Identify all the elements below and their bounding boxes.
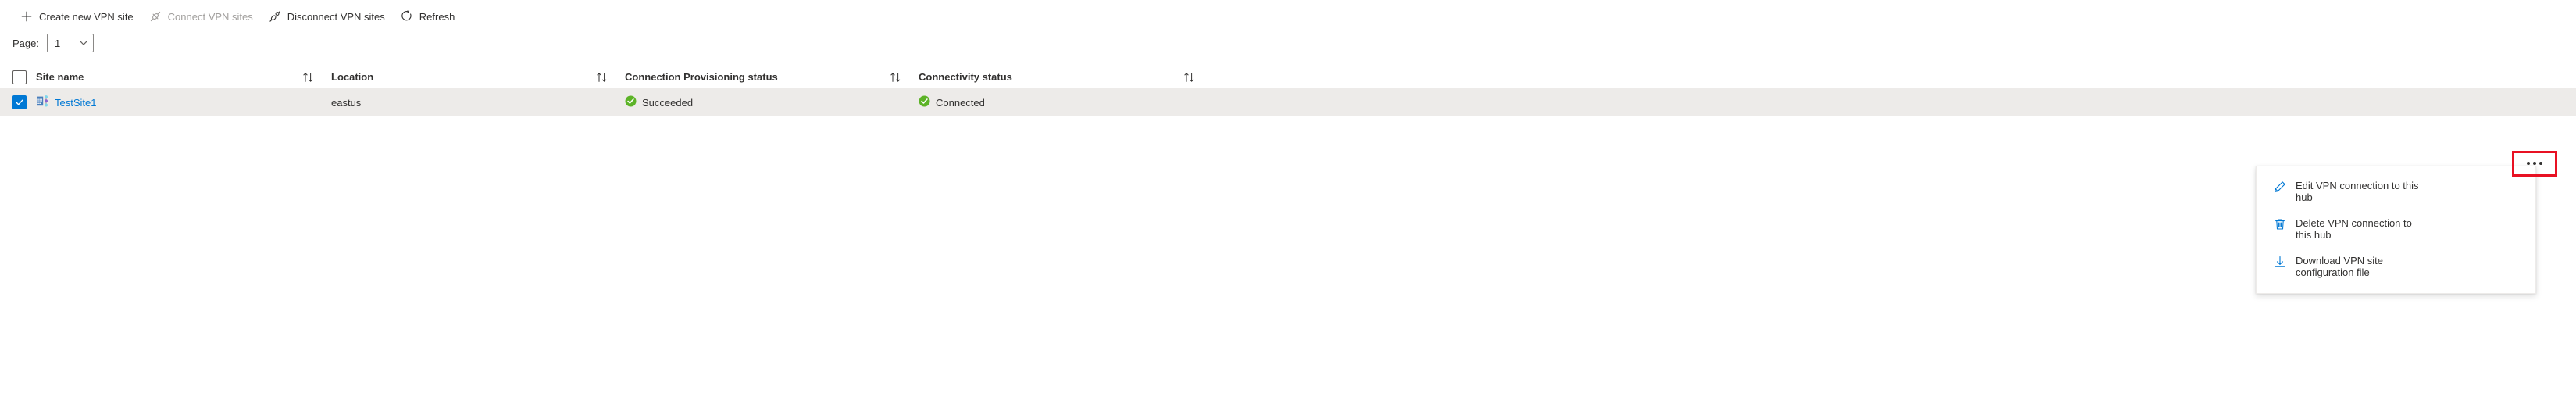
menu-item-delete-vpn-connection-label: Delete VPN connection to this hub	[2296, 217, 2412, 241]
cell-location: eastus	[331, 97, 625, 109]
menu-item-delete-vpn-connection[interactable]: Delete VPN connection to this hub	[2257, 210, 2535, 248]
create-new-vpn-site-button[interactable]: Create new VPN site	[12, 5, 141, 28]
refresh-label: Refresh	[419, 10, 455, 23]
column-header-location-label: Location	[331, 71, 374, 83]
table-row[interactable]: TestSite1 eastus Succeeded Connected	[0, 89, 2576, 116]
disconnect-plug-icon	[269, 10, 281, 23]
column-header-connection-provisioning-status-label: Connection Provisioning status	[625, 71, 778, 83]
plus-icon	[20, 10, 33, 23]
trash-icon	[2274, 218, 2286, 231]
refresh-icon	[401, 10, 413, 23]
success-check-icon	[919, 95, 930, 109]
column-header-location[interactable]: Location	[331, 71, 625, 83]
disconnect-vpn-sites-label: Disconnect VPN sites	[287, 10, 385, 23]
menu-item-download-vpn-site-config-label: Download VPN site configuration file	[2296, 255, 2383, 278]
select-all-cell	[12, 70, 36, 84]
connect-vpn-sites-label: Connect VPN sites	[167, 10, 253, 23]
cell-connectivity-status: Connected	[919, 95, 1212, 109]
ellipsis-icon	[2527, 162, 2542, 165]
pager-label: Page:	[12, 37, 39, 49]
success-check-icon	[625, 95, 637, 109]
page-select[interactable]: 1	[46, 34, 94, 52]
connect-vpn-sites-button[interactable]: Connect VPN sites	[141, 5, 261, 28]
cell-provisioning-status: Succeeded	[625, 95, 919, 109]
row-context-menu-button[interactable]	[2518, 153, 2551, 173]
connectivity-status-value: Connected	[936, 96, 985, 109]
row-context-menu: Edit VPN connection to this hub Delete V…	[2256, 166, 2536, 294]
column-header-site-name[interactable]: Site name	[36, 71, 331, 83]
table-header-row: Site name Location Connection Provisioni…	[0, 66, 2576, 89]
vpn-site-icon	[36, 95, 49, 110]
sort-icon[interactable]	[302, 72, 314, 83]
menu-item-download-vpn-site-config[interactable]: Download VPN site configuration file	[2257, 248, 2535, 285]
pager: Page: 1	[0, 30, 2576, 56]
row-checkbox[interactable]	[12, 95, 27, 109]
sort-icon[interactable]	[890, 72, 901, 83]
pencil-icon	[2274, 181, 2286, 193]
provisioning-status-value: Succeeded	[642, 96, 694, 109]
row-select-cell	[12, 95, 36, 109]
sort-icon[interactable]	[1183, 72, 1195, 83]
menu-item-edit-vpn-connection[interactable]: Edit VPN connection to this hub	[2257, 173, 2535, 210]
column-header-connection-provisioning-status[interactable]: Connection Provisioning status	[625, 71, 919, 83]
disconnect-vpn-sites-button[interactable]: Disconnect VPN sites	[261, 5, 393, 28]
column-header-site-name-label: Site name	[36, 71, 84, 83]
create-new-vpn-site-label: Create new VPN site	[39, 10, 134, 23]
download-icon	[2274, 256, 2286, 268]
chevron-down-icon	[79, 38, 88, 48]
cell-site-name: TestSite1	[36, 95, 331, 110]
sort-icon[interactable]	[596, 72, 608, 83]
menu-item-edit-vpn-connection-label: Edit VPN connection to this hub	[2296, 180, 2419, 203]
select-all-checkbox[interactable]	[12, 70, 27, 84]
connect-plug-icon	[149, 10, 162, 23]
site-name-link[interactable]: TestSite1	[55, 97, 96, 109]
page-select-value: 1	[54, 37, 61, 49]
column-header-connectivity-status[interactable]: Connectivity status	[919, 71, 1212, 83]
vpn-sites-table: Site name Location Connection Provisioni…	[0, 66, 2576, 116]
column-header-connectivity-status-label: Connectivity status	[919, 71, 1012, 83]
command-bar: Create new VPN site Connect VPN sites Di…	[0, 3, 2576, 30]
refresh-button[interactable]: Refresh	[393, 5, 463, 28]
location-value: eastus	[331, 96, 362, 109]
